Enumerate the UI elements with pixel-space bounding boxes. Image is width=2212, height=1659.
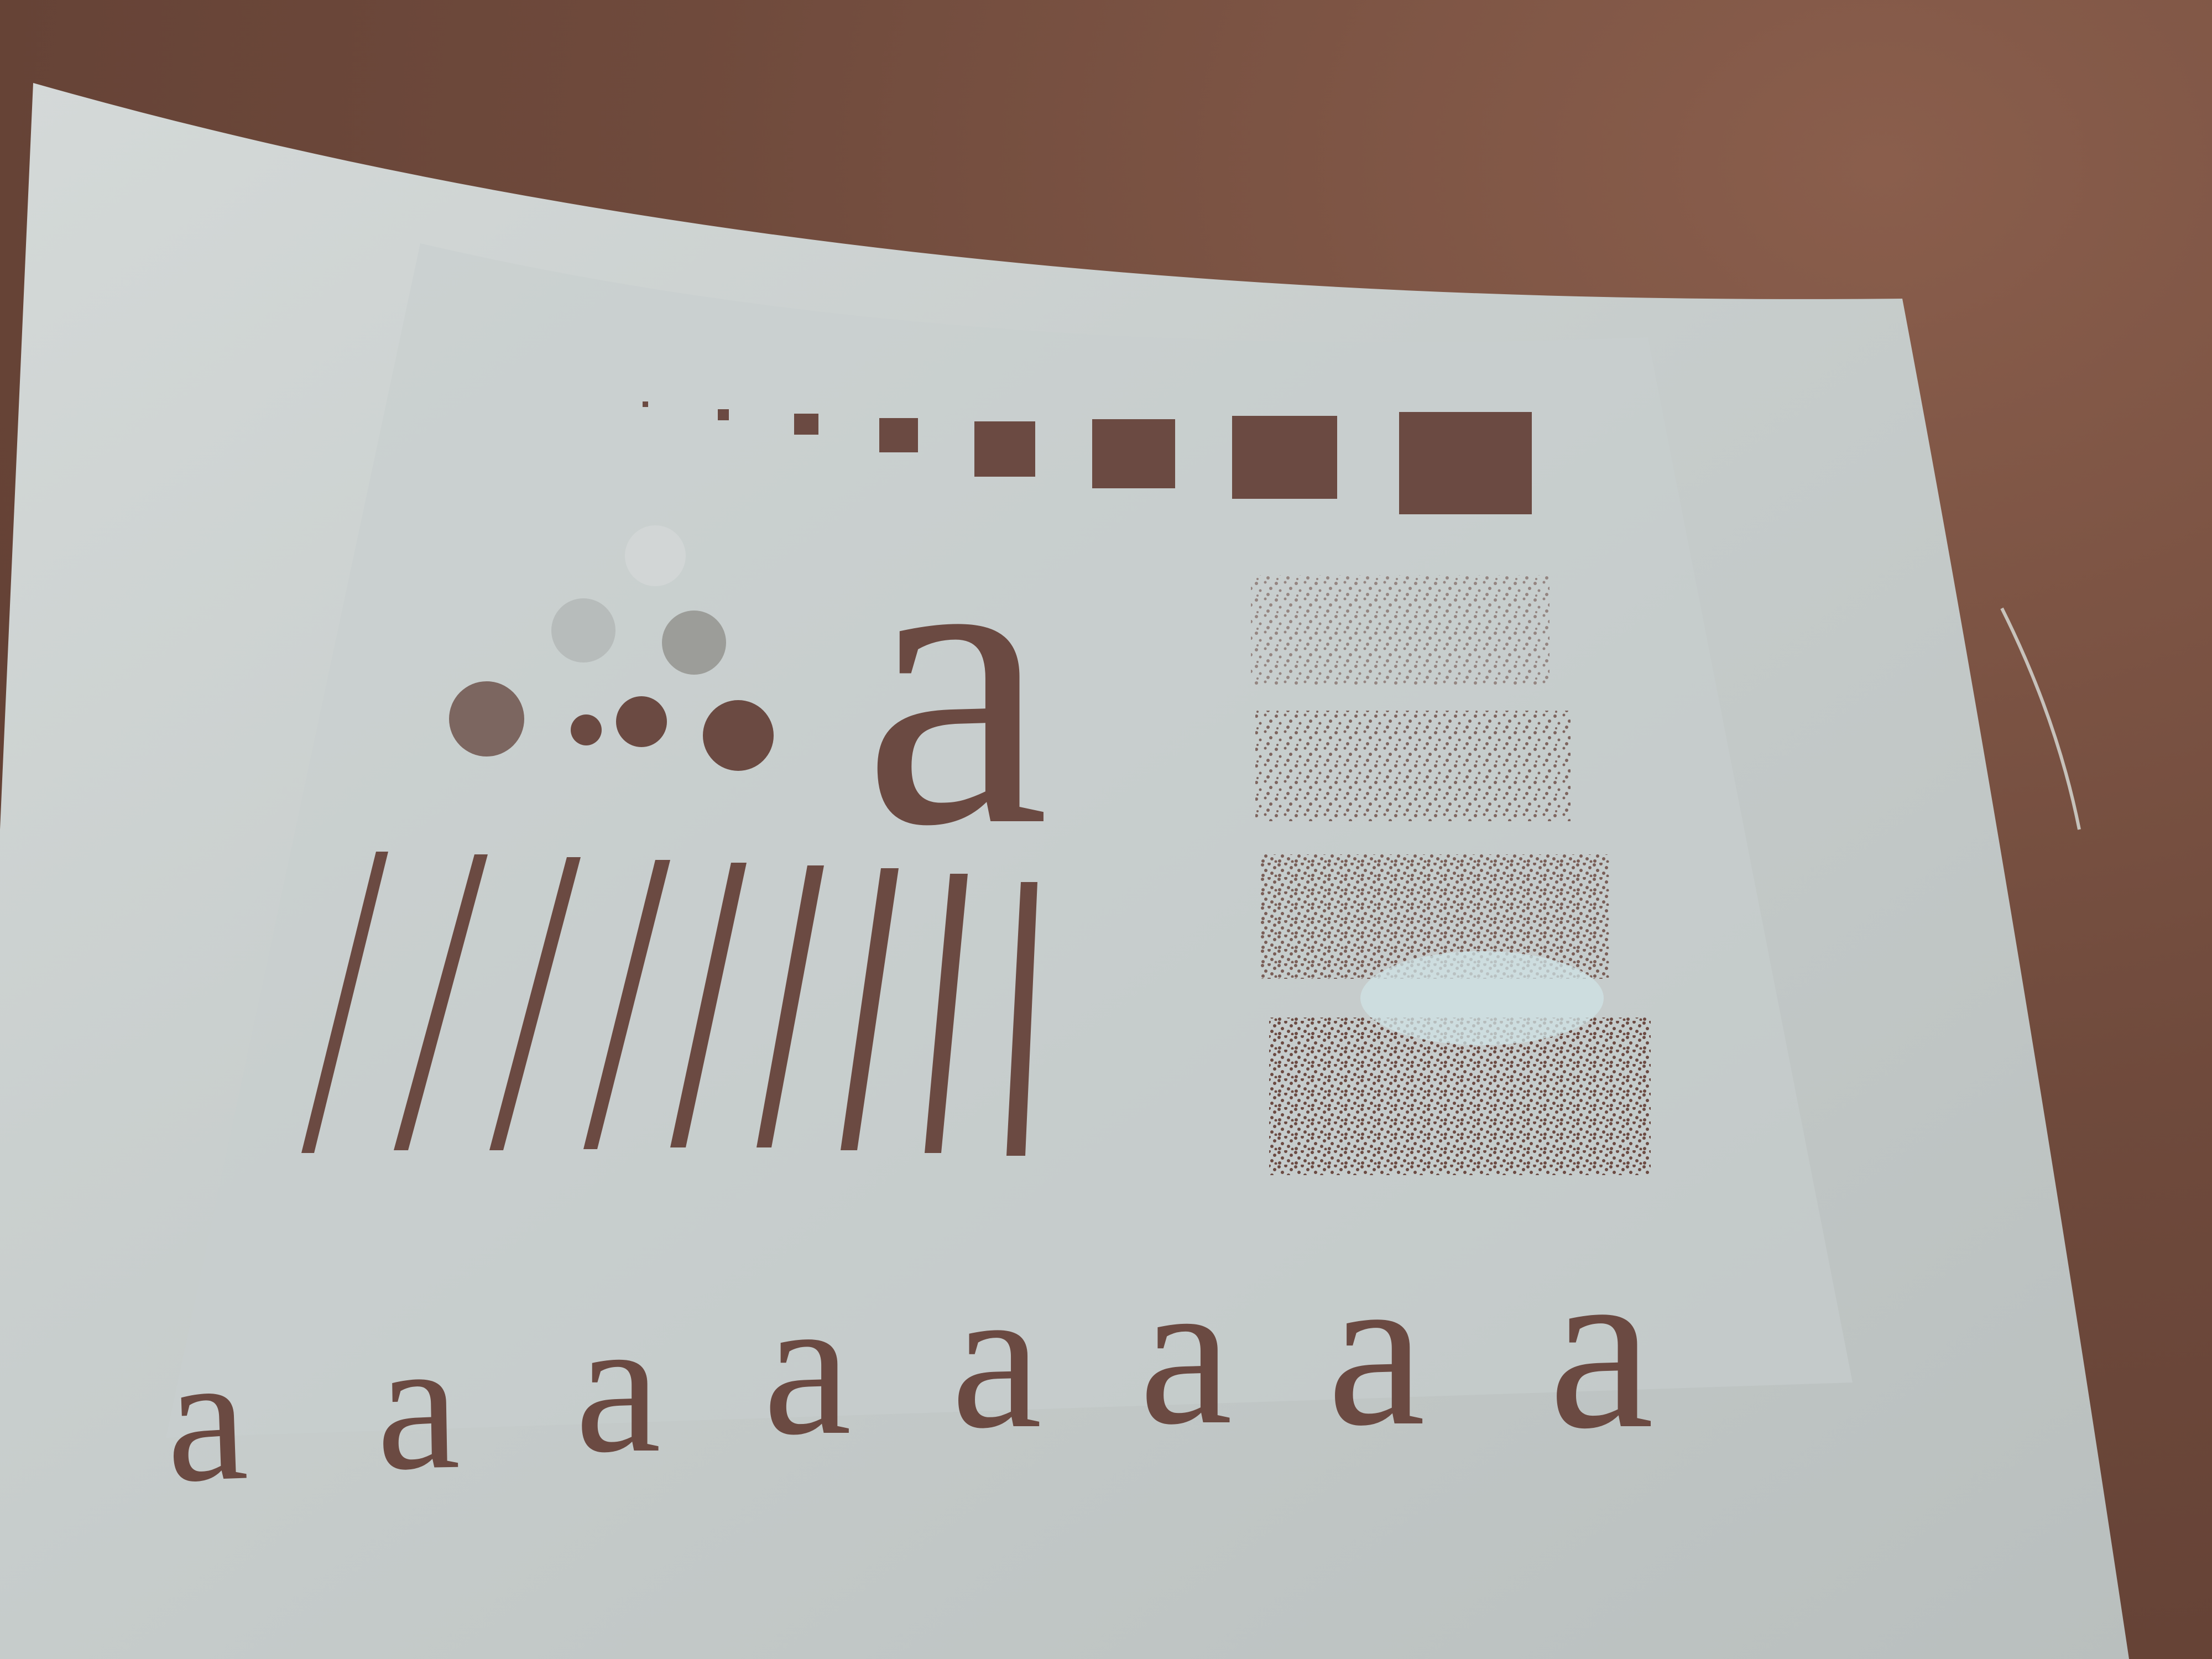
letter-row-item: a xyxy=(162,1316,251,1521)
letter-row-item: a xyxy=(1327,1227,1426,1472)
letter-row-item: a xyxy=(951,1244,1042,1471)
letter-row-item: a xyxy=(763,1255,852,1476)
letter-row-item: a xyxy=(575,1278,661,1493)
letter-row-item: a xyxy=(374,1299,462,1510)
letter-row-item: a xyxy=(1548,1215,1654,1478)
letter-row-item: a xyxy=(1139,1235,1233,1468)
large-letter-a: a xyxy=(863,447,1050,912)
test-chart-sheet xyxy=(0,83,2129,1659)
